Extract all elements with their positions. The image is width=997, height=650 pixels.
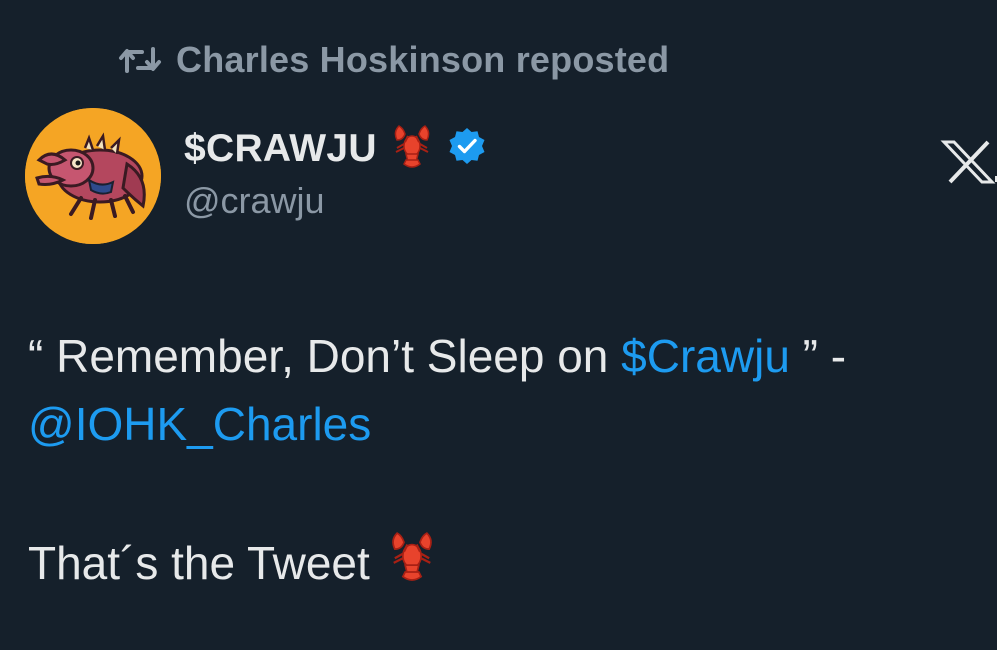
repost-header[interactable]: Charles Hoskinson reposted xyxy=(118,38,669,82)
x-logo-icon xyxy=(940,140,997,184)
verified-badge-icon xyxy=(447,126,487,171)
author-handle[interactable]: @crawju xyxy=(184,180,325,222)
author-name-row[interactable]: $CRAWJU xyxy=(184,122,487,175)
avatar[interactable] xyxy=(25,108,161,244)
cashtag-link[interactable]: $Crawju xyxy=(621,330,790,382)
tweet-text-part2: ” - xyxy=(789,330,847,382)
tweet-text: “ Remember, Don’t Sleep on $Crawju ” - @… xyxy=(28,322,968,458)
lobster-emoji-icon xyxy=(391,122,433,175)
author-display-name[interactable]: $CRAWJU xyxy=(184,127,377,171)
repost-icon xyxy=(118,43,162,77)
tweet-closing-line: That´s the Tweet xyxy=(28,528,436,598)
lobster-emoji-icon xyxy=(388,528,436,598)
repost-label: Charles Hoskinson reposted xyxy=(176,39,670,80)
tweet-closing-text: That´s the Tweet xyxy=(28,537,370,589)
mention-link[interactable]: @IOHK_Charles xyxy=(28,398,371,450)
tweet-text-part1: “ Remember, Don’t Sleep on xyxy=(28,330,622,382)
